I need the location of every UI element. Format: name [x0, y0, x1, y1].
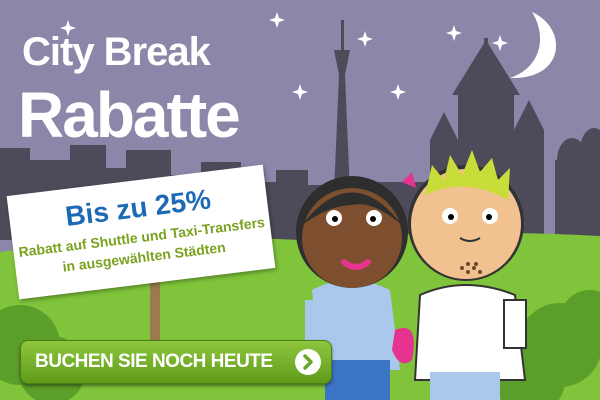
moon-icon	[510, 12, 557, 79]
book-now-label: BUCHEN SIE NOCH HEUTE	[35, 351, 273, 372]
sign-post	[150, 280, 160, 340]
book-now-button[interactable]: BUCHEN SIE NOCH HEUTE	[20, 340, 332, 384]
headline-city-break: City Break	[22, 30, 211, 74]
headline-rabatte: Rabatte	[18, 79, 241, 151]
chevron-right-icon	[295, 349, 321, 375]
promo-banner[interactable]: City Break Rabatte Bis zu 25% Rabatt auf…	[0, 0, 600, 400]
